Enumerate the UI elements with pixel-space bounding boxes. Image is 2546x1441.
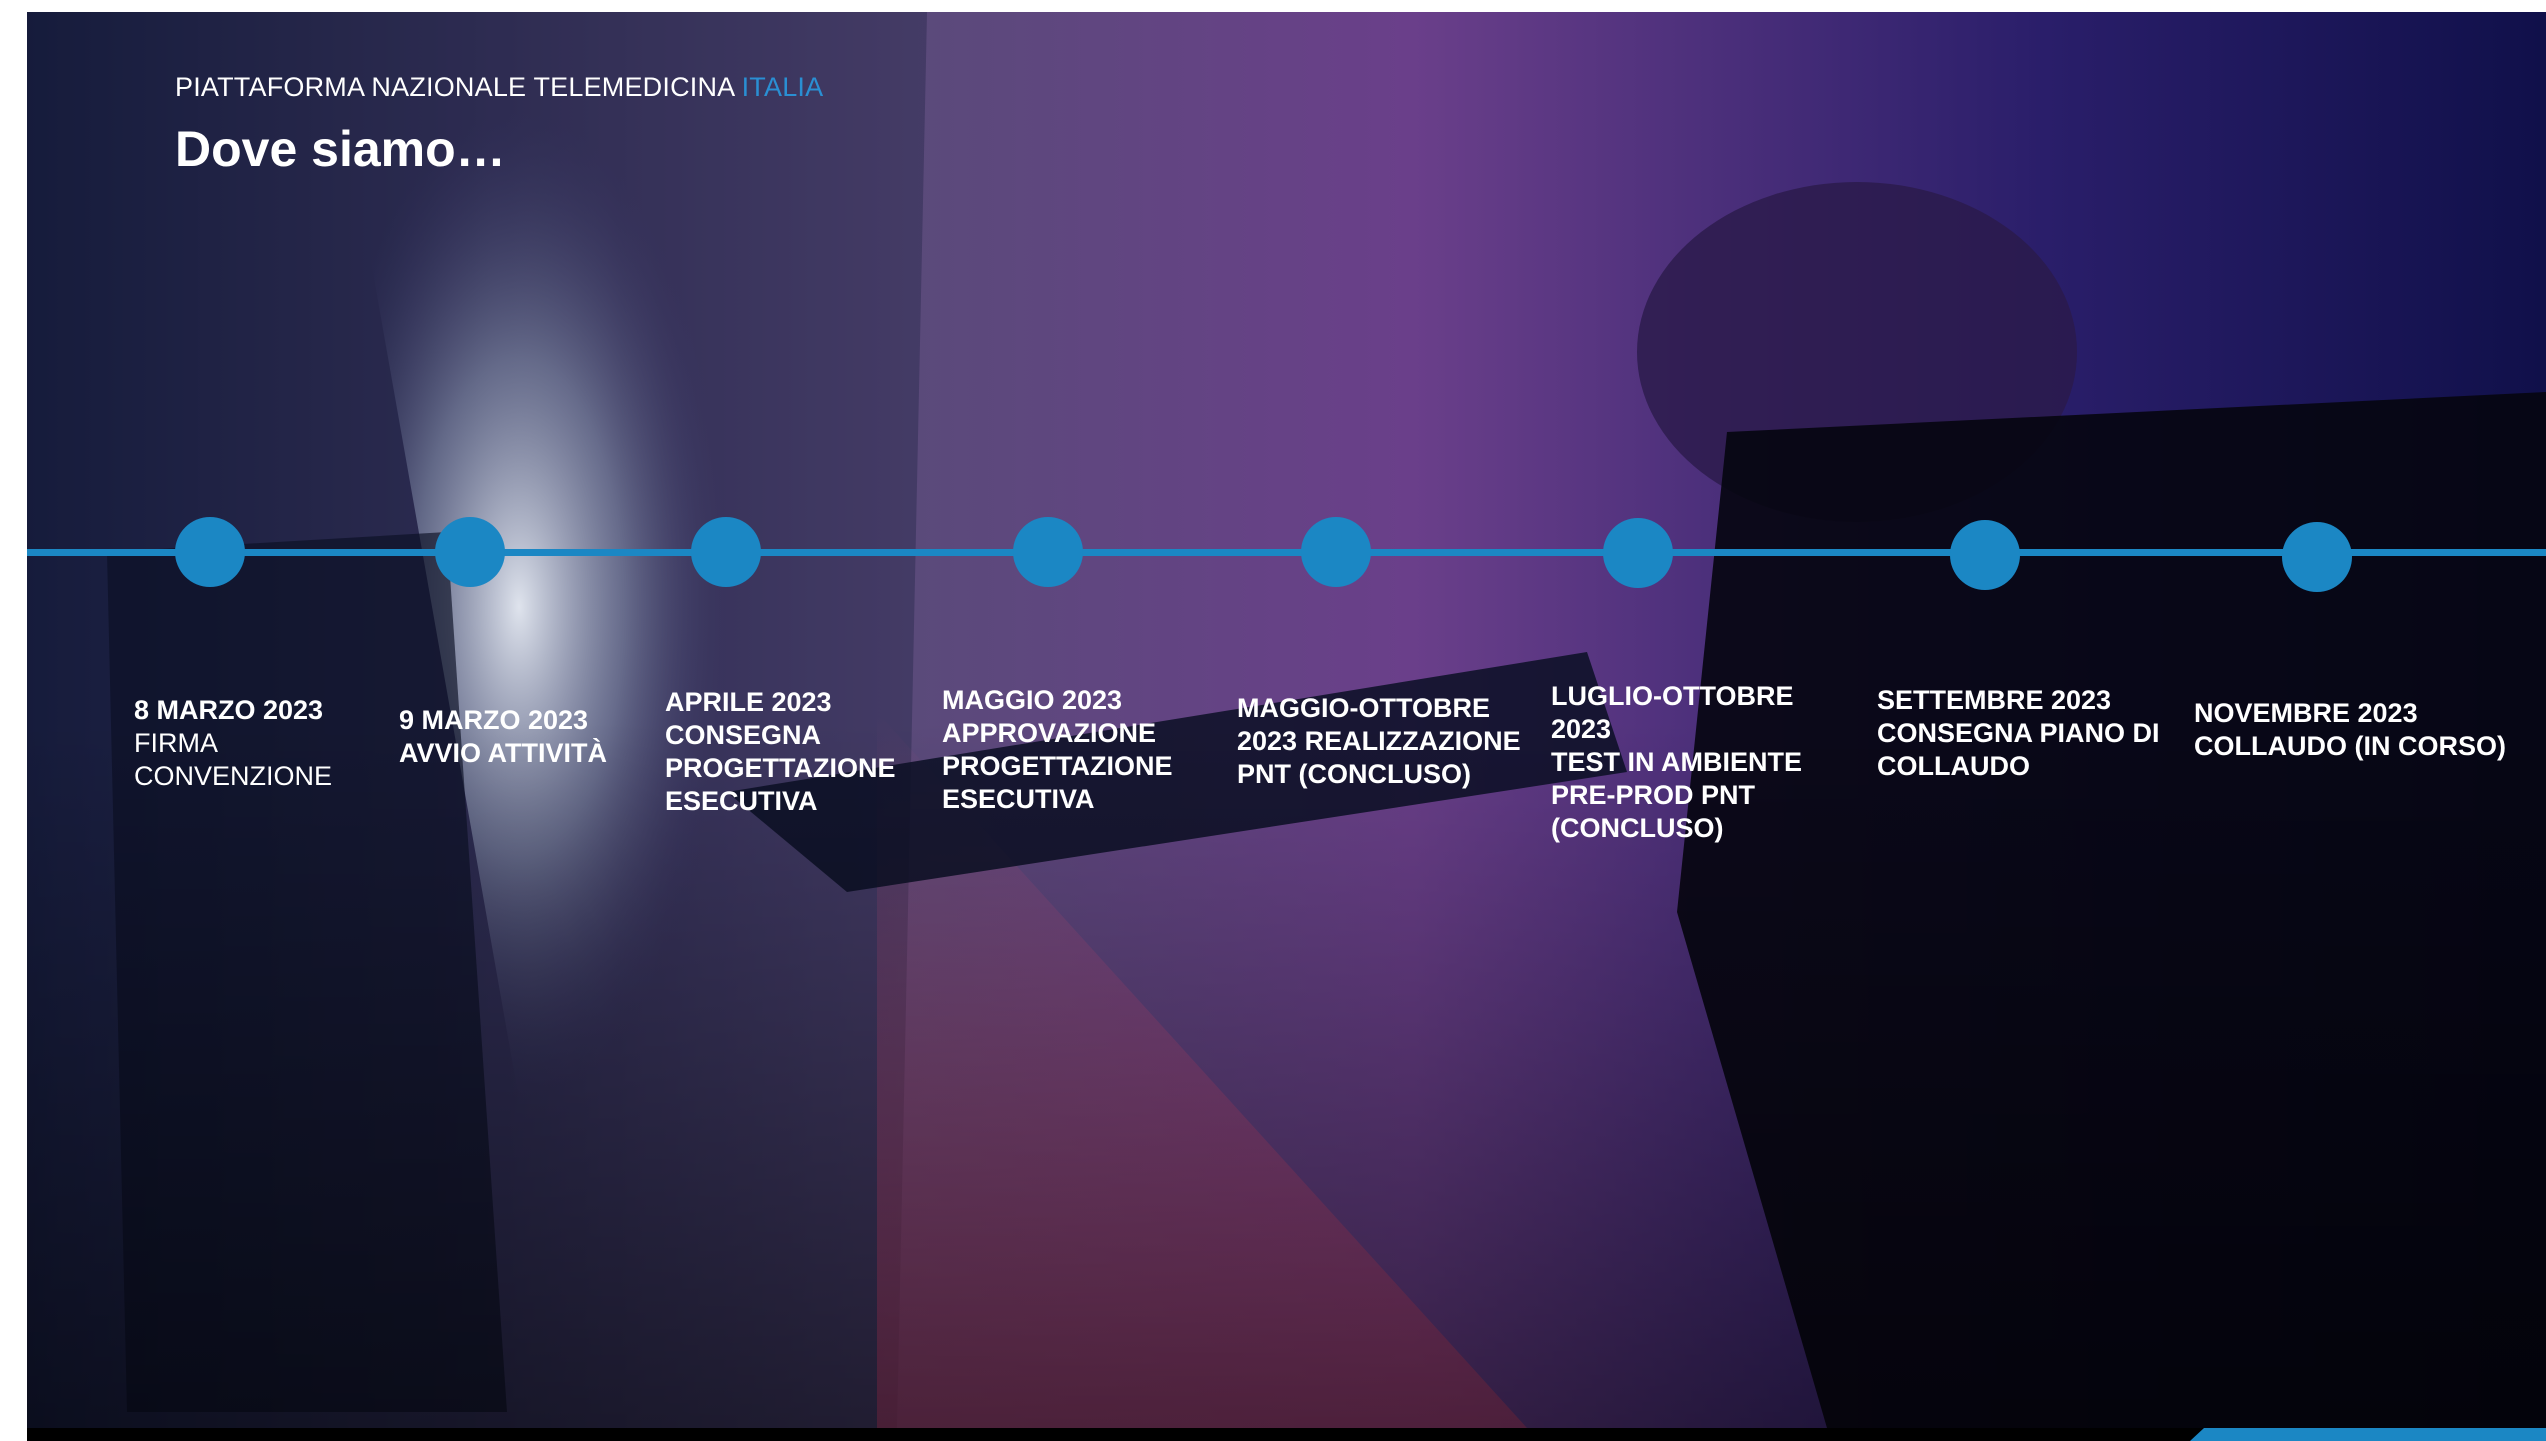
milestone-date: MAGGIO 2023: [942, 685, 1123, 715]
milestone-dot: [175, 517, 245, 587]
milestone-label: 8 MARZO 2023 FIRMA CONVENZIONE: [134, 694, 344, 793]
timeline-line: [27, 549, 2546, 556]
milestone-date: 9 MARZO 2023: [399, 705, 589, 735]
milestone-label: SETTEMBRE 2023 CONSEGNA PIANO DI COLLAUD…: [1877, 684, 2167, 783]
milestone-label: LUGLIO-OTTOBRE 2023 TEST IN AMBIENTE PRE…: [1551, 680, 1861, 845]
platform-name: PIATTAFORMA NAZIONALE TELEMEDICINA: [175, 72, 734, 102]
milestone-desc: CONSEGNA PIANO DI COLLAUDO: [1877, 718, 2160, 781]
milestone-label: MAGGIO-OTTOBRE 2023 REALIZZAZIONE PNT (C…: [1237, 692, 1527, 791]
milestone-desc: CONSEGNA PROGETTAZIONE ESECUTIVA: [665, 720, 896, 816]
milestone-label: APRILE 2023 CONSEGNA PROGETTAZIONE ESECU…: [665, 686, 905, 818]
footer-accent: [2190, 1428, 2546, 1441]
milestone-dot: [1013, 517, 1083, 587]
milestone-label: 9 MARZO 2023 AVVIO ATTIVITÀ: [399, 704, 629, 770]
milestone-desc: TEST IN AMBIENTE PRE-PROD PNT (CONCLUSO): [1551, 747, 1803, 843]
milestone-date: SETTEMBRE 2023: [1877, 685, 2112, 715]
milestone-label: NOVEMBRE 2023 COLLAUDO (IN CORSO): [2194, 697, 2514, 763]
milestone-date: NOVEMBRE 2023: [2194, 698, 2418, 728]
milestone-desc: AVVIO ATTIVITÀ: [399, 738, 607, 768]
platform-header: PIATTAFORMA NAZIONALE TELEMEDICINA ITALI…: [175, 72, 823, 103]
milestone-date: LUGLIO-OTTOBRE 2023: [1551, 681, 1794, 744]
milestone-dot: [435, 517, 505, 587]
milestone-label: MAGGIO 2023 APPROVAZIONE PROGETTAZIONE E…: [942, 684, 1182, 816]
milestone-dot: [691, 517, 761, 587]
milestone-desc: COLLAUDO (IN CORSO): [2194, 731, 2506, 761]
milestone-dot: [1603, 518, 1673, 588]
milestone-desc: FIRMA CONVENZIONE: [134, 728, 333, 791]
milestone-dot: [2282, 522, 2352, 592]
milestone-date: APRILE 2023: [665, 687, 832, 717]
slide: PIATTAFORMA NAZIONALE TELEMEDICINA ITALI…: [27, 12, 2546, 1428]
footer-bar: [27, 1428, 2546, 1441]
milestone-dot: [1950, 520, 2020, 590]
milestone-date: 8 MARZO 2023: [134, 695, 324, 725]
milestone-dot: [1301, 517, 1371, 587]
page-title: Dove siamo…: [175, 121, 506, 177]
platform-accent: ITALIA: [741, 72, 824, 102]
milestone-desc: APPROVAZIONE PROGETTAZIONE ESECUTIVA: [942, 718, 1173, 814]
